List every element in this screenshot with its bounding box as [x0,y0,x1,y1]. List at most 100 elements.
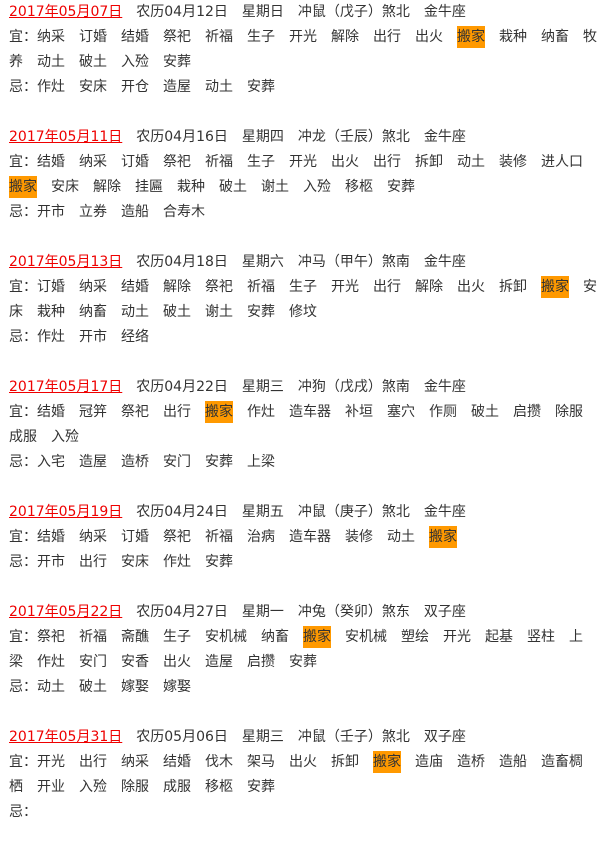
zodiac: 双子座 [423,729,466,745]
suitable-item: 拆卸 [499,279,527,295]
suitable-item: 开光 [331,279,359,295]
suitable-item: 出火 [415,29,443,45]
day-entry: 2017年05月17日 农历04月22日 星期三 冲狗（戊戌）煞南 金牛座 宜：结婚 冠笄祭… [9,375,602,475]
item-text: 安葬 [387,179,415,195]
avoid-item: 造船 [121,204,149,220]
suitable-label: 宜： [9,629,37,645]
avoid-label: 忌： [9,679,37,695]
day-header: 2017年05月07日 农历04月12日 星期日 冲鼠（戊子）煞北 金牛座 [9,0,602,25]
lunar-date: 农历04月16日 [136,129,228,145]
item-text: 安葬 [163,54,191,70]
item-text: 结婚 [121,29,149,45]
item-text: 出行 [373,154,401,170]
item-text: 安葬 [247,79,275,95]
item-text: 结婚 [37,529,65,545]
suitable-item: 祭祀 [121,404,149,420]
zodiac: 金牛座 [423,379,466,395]
item-text: 伐木 [205,754,233,770]
item-text: 塞穴 [387,404,415,420]
suitable-item: 架马 [247,754,275,770]
avoid-item: 作灶 [37,79,65,95]
date-link[interactable]: 2017年05月13日 [9,254,122,270]
item-text: 出火 [163,654,191,670]
suitable-item: 祭祀 [205,279,233,295]
suitable-item: 栽种 [499,29,527,45]
item-text: 嫁娶 [121,679,149,695]
suitable-item: 作灶 [37,654,65,670]
suitable-item: 生子 [247,154,275,170]
avoid-line: 忌：开市 立券 造船 合寿木 [9,200,602,225]
suitable-item: 出行 [163,404,191,420]
suitable-item: 启攒 [513,404,541,420]
suitable-item: 出火 [163,654,191,670]
almanac-list: 2017年05月07日 农历04月12日 星期日 冲鼠（戊子）煞北 金牛座 宜：纳采 订婚结… [0,0,602,825]
chong-sha: 冲狗（戊戌）煞南 [297,379,410,395]
item-text: 动土 [37,679,65,695]
suitable-item: 入殓 [79,779,107,795]
item-text: 移柩 [345,179,373,195]
suitable-item: 订婚 [121,154,149,170]
date-link[interactable]: 2017年05月22日 [9,604,122,620]
suitable-item: 解除 [163,279,191,295]
item-text: 经络 [121,329,149,345]
item-text: 安香 [121,654,149,670]
suitable-item: 安床 [51,179,79,195]
item-text: 作灶 [37,79,65,95]
suitable-item: 装修 [345,529,373,545]
suitable-item: 搬家 [9,176,37,198]
item-text: 出火 [289,754,317,770]
suitable-item: 拆卸 [331,754,359,770]
suitable-item: 谢土 [205,304,233,320]
item-text: 治病 [247,529,275,545]
avoid-item: 安葬 [205,554,233,570]
suitable-item: 装修 [499,154,527,170]
zodiac: 金牛座 [423,4,466,20]
zodiac: 金牛座 [423,254,466,270]
item-text: 装修 [499,154,527,170]
item-text: 栽种 [37,304,65,320]
suitable-item: 安机械 [205,629,247,645]
date-link[interactable]: 2017年05月19日 [9,504,122,520]
suitable-item: 除服 [121,779,149,795]
date-link[interactable]: 2017年05月07日 [9,4,122,20]
date-link[interactable]: 2017年05月31日 [9,729,122,745]
item-text: 安门 [79,654,107,670]
avoid-item: 立券 [79,204,107,220]
item-text: 入殓 [79,779,107,795]
suitable-item: 搬家 [373,751,401,773]
day-entry: 2017年05月22日 农历04月27日 星期一 冲兔（癸卯）煞东 双子座 宜：祭祀 祈福斋… [9,600,602,700]
item-text: 成服 [9,429,37,445]
item-text: 安门 [163,454,191,470]
item-text: 拆卸 [415,154,443,170]
suitable-line: 宜：纳采 订婚 结婚 祭祀 祈福 生子 开光 解除 出行 出火 搬家 栽种 纳畜 牧养 动土 破土 入殓 安葬 [9,25,602,75]
date-link[interactable]: 2017年05月11日 [9,129,122,145]
avoid-item: 破土 [79,679,107,695]
item-text: 入殓 [121,54,149,70]
day-entry: 2017年05月19日 农历04月24日 星期五 冲鼠（庚子）煞北 金牛座 宜：结婚 纳采订… [9,500,602,575]
suitable-item: 纳采 [79,529,107,545]
suitable-item: 拆卸 [415,154,443,170]
item-text: 成服 [163,779,191,795]
item-text: 纳采 [37,29,65,45]
suitable-item: 纳采 [121,754,149,770]
suitable-item: 冠笄 [79,404,107,420]
item-text: 订婚 [121,529,149,545]
avoid-line: 忌： [9,800,602,825]
suitable-line: 宜：开光 出行 纳采 结婚 伐木 架马 出火 拆卸 搬家 造庙 造桥 造船 造畜椆栖 开业 入殓 除服 成服 移柩… [9,750,602,800]
item-text: 开市 [37,554,65,570]
suitable-item: 作灶 [247,404,275,420]
avoid-line: 忌：开市 出行 安床 作灶 安葬 [9,550,602,575]
suitable-item: 启攒 [247,654,275,670]
item-text: 祭祀 [163,29,191,45]
weekday: 星期日 [241,4,284,20]
weekday: 星期一 [241,604,284,620]
suitable-item: 开光 [289,29,317,45]
suitable-item: 破土 [471,404,499,420]
suitable-item: 祈福 [79,629,107,645]
date-link[interactable]: 2017年05月17日 [9,379,122,395]
suitable-item: 结婚 [163,754,191,770]
item-text: 谢土 [205,304,233,320]
avoid-label: 忌： [9,804,37,820]
suitable-item: 进人口 [541,154,583,170]
item-text: 安机械 [345,629,387,645]
